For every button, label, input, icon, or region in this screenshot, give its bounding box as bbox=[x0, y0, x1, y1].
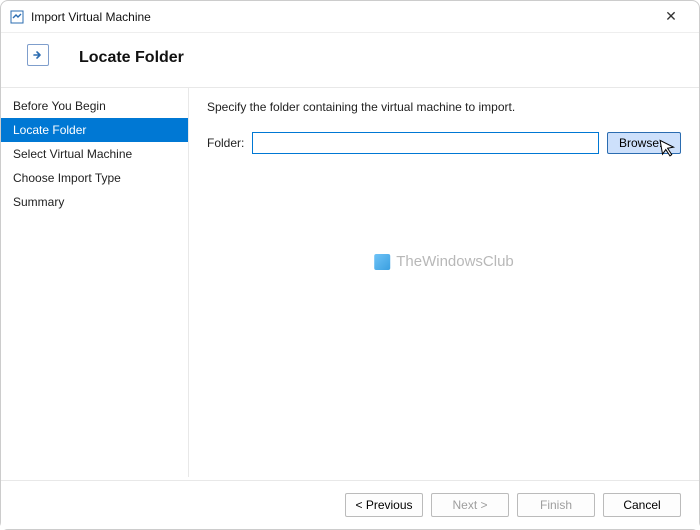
wizard-footer: < Previous Next > Finish Cancel bbox=[1, 480, 699, 529]
watermark: TheWindowsClub bbox=[374, 253, 514, 270]
main-panel: Specify the folder containing the virtua… bbox=[189, 88, 699, 477]
wizard-step[interactable]: Choose Import Type bbox=[1, 166, 188, 190]
next-button[interactable]: Next > bbox=[431, 493, 509, 517]
wizard-steps-sidebar: Before You BeginLocate FolderSelect Virt… bbox=[1, 88, 189, 477]
folder-row: Folder: Browse... bbox=[207, 132, 681, 154]
titlebar: Import Virtual Machine ✕ bbox=[1, 1, 699, 33]
previous-button[interactable]: < Previous bbox=[345, 493, 423, 517]
watermark-text: TheWindowsClub bbox=[396, 253, 514, 270]
browse-button[interactable]: Browse... bbox=[607, 132, 681, 154]
folder-input[interactable] bbox=[252, 132, 599, 154]
content-area: Before You BeginLocate FolderSelect Virt… bbox=[1, 87, 699, 477]
cancel-button[interactable]: Cancel bbox=[603, 493, 681, 517]
watermark-icon bbox=[374, 254, 390, 270]
window-title: Import Virtual Machine bbox=[31, 10, 651, 24]
wizard-step[interactable]: Before You Begin bbox=[1, 94, 188, 118]
page-heading: Locate Folder bbox=[79, 49, 184, 67]
wizard-header: Locate Folder bbox=[1, 33, 699, 87]
folder-label: Folder: bbox=[207, 136, 244, 150]
wizard-step[interactable]: Select Virtual Machine bbox=[1, 142, 188, 166]
close-button[interactable]: ✕ bbox=[651, 1, 691, 33]
wizard-icon bbox=[27, 44, 49, 66]
instruction-text: Specify the folder containing the virtua… bbox=[207, 100, 681, 114]
finish-button[interactable]: Finish bbox=[517, 493, 595, 517]
wizard-step[interactable]: Summary bbox=[1, 190, 188, 214]
wizard-step[interactable]: Locate Folder bbox=[1, 118, 188, 142]
app-icon bbox=[9, 9, 25, 25]
